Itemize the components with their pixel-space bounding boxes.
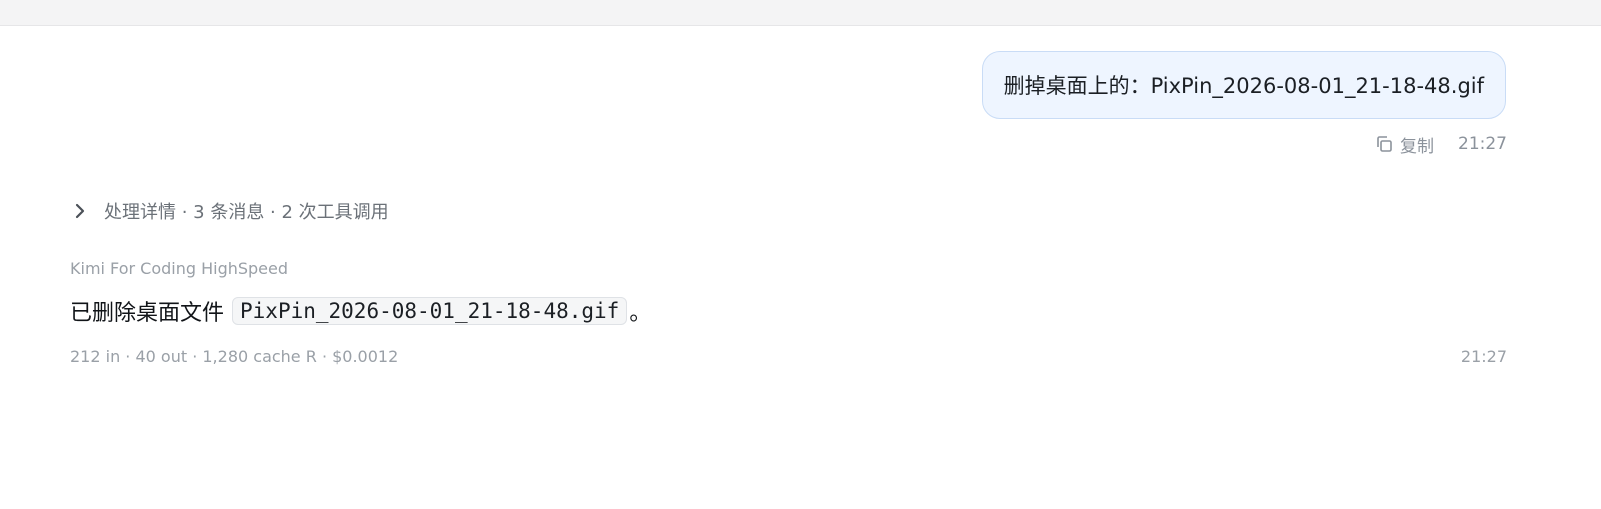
assistant-timestamp: 21:27 bbox=[1460, 347, 1507, 366]
model-name: Kimi For Coding HighSpeed bbox=[70, 259, 289, 278]
user-message-text: 删掉桌面上的：PixPin_2026-08-01_21-18-48.gif bbox=[1003, 74, 1484, 98]
chevron-right-icon bbox=[70, 201, 90, 221]
user-message-timestamp: 21:27 bbox=[1458, 134, 1507, 154]
chat-page: 删掉桌面上的：PixPin_2026-08-01_21-18-48.gif 复制… bbox=[0, 0, 1601, 509]
details-label: 处理详情 · 3 条消息 · 2 次工具调用 bbox=[104, 202, 389, 223]
details-toggle[interactable]: 处理详情 · 3 条消息 · 2 次工具调用 bbox=[70, 197, 389, 225]
copy-icon bbox=[1374, 134, 1394, 154]
top-bar bbox=[0, 0, 1601, 26]
assistant-text-after: 。 bbox=[629, 301, 652, 326]
copy-label: 复制 bbox=[1400, 136, 1434, 157]
inline-code-filename: PixPin_2026-08-01_21-18-48.gif bbox=[232, 297, 628, 325]
user-message-bubble: 删掉桌面上的：PixPin_2026-08-01_21-18-48.gif bbox=[981, 51, 1506, 119]
user-message-meta: 复制 21:27 bbox=[1374, 131, 1507, 157]
assistant-text-before: 已删除桌面文件 bbox=[70, 301, 225, 326]
copy-button[interactable]: 复制 bbox=[1374, 132, 1434, 157]
assistant-message: 已删除桌面文件 PixPin_2026-08-01_21-18-48.gif 。 bbox=[70, 294, 651, 328]
token-usage: 212 in · 40 out · 1,280 cache R · $0.001… bbox=[70, 347, 399, 366]
